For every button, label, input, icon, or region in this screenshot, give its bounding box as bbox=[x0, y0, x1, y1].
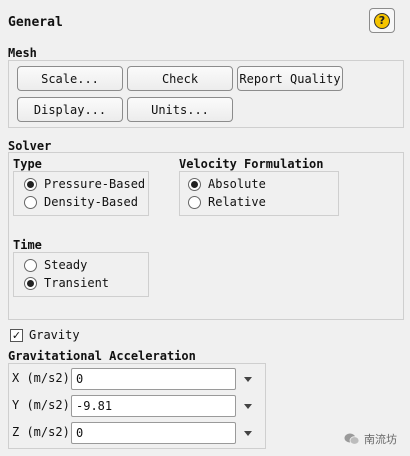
gravity-label: Gravity bbox=[29, 328, 80, 342]
display-button[interactable]: Display... bbox=[17, 97, 123, 122]
radio-button[interactable] bbox=[188, 195, 201, 209]
radio-transient[interactable]: Transient bbox=[24, 274, 109, 292]
radio-selected-dot bbox=[191, 180, 198, 188]
gravity-z-input[interactable]: 0 bbox=[71, 422, 236, 444]
steady-label: Steady bbox=[44, 258, 88, 272]
gravity-z-label: Z (m/s2) bbox=[12, 425, 70, 439]
radio-absolute[interactable]: Absolute bbox=[188, 175, 266, 193]
radio-selected-dot bbox=[27, 180, 34, 188]
transient-label: Transient bbox=[44, 276, 110, 290]
radio-selected-dot bbox=[27, 279, 34, 287]
radio-button[interactable] bbox=[24, 177, 37, 191]
radio-relative[interactable]: Relative bbox=[188, 193, 266, 211]
gravity-x-input[interactable]: 0 bbox=[71, 368, 236, 390]
radio-button[interactable] bbox=[24, 258, 37, 272]
radio-pressure-based[interactable]: Pressure-Based bbox=[24, 175, 145, 193]
type-label: Type bbox=[13, 157, 42, 171]
units-button[interactable]: Units... bbox=[127, 97, 233, 122]
gravity-y-label: Y (m/s2) bbox=[12, 398, 70, 412]
pressure-based-label: Pressure-Based bbox=[44, 177, 146, 191]
relative-label: Relative bbox=[208, 195, 266, 209]
radio-button[interactable] bbox=[188, 177, 201, 191]
watermark: 南流坊 bbox=[344, 431, 397, 447]
gravity-checkbox[interactable]: ✓ bbox=[10, 328, 23, 342]
report-quality-button[interactable]: Report Quality bbox=[237, 66, 343, 91]
absolute-label: Absolute bbox=[208, 177, 266, 191]
gravity-y-input[interactable]: -9.81 bbox=[71, 395, 236, 417]
chevron-down-icon[interactable] bbox=[244, 431, 252, 436]
solver-label: Solver bbox=[8, 139, 52, 153]
wechat-icon bbox=[344, 433, 360, 445]
chevron-down-icon[interactable] bbox=[244, 377, 252, 382]
time-label: Time bbox=[13, 238, 42, 252]
help-icon: ? bbox=[374, 12, 390, 29]
check-button[interactable]: Check bbox=[127, 66, 233, 91]
gravity-checkbox-row[interactable]: ✓ Gravity bbox=[10, 328, 80, 342]
velocity-formulation-label: Velocity Formulation bbox=[179, 157, 324, 171]
density-based-label: Density-Based bbox=[44, 195, 138, 209]
scale-button[interactable]: Scale... bbox=[17, 66, 123, 91]
radio-button[interactable] bbox=[24, 195, 37, 209]
help-button[interactable]: ? bbox=[369, 8, 395, 33]
gravity-x-label: X (m/s2) bbox=[12, 371, 70, 385]
chevron-down-icon[interactable] bbox=[244, 404, 252, 409]
mesh-label: Mesh bbox=[8, 46, 37, 60]
panel-title: General bbox=[8, 15, 63, 30]
radio-button[interactable] bbox=[24, 276, 37, 290]
gravitational-acceleration-label: Gravitational Acceleration bbox=[8, 349, 196, 363]
watermark-text: 南流坊 bbox=[364, 433, 397, 446]
radio-density-based[interactable]: Density-Based bbox=[24, 193, 138, 211]
radio-steady[interactable]: Steady bbox=[24, 256, 87, 274]
